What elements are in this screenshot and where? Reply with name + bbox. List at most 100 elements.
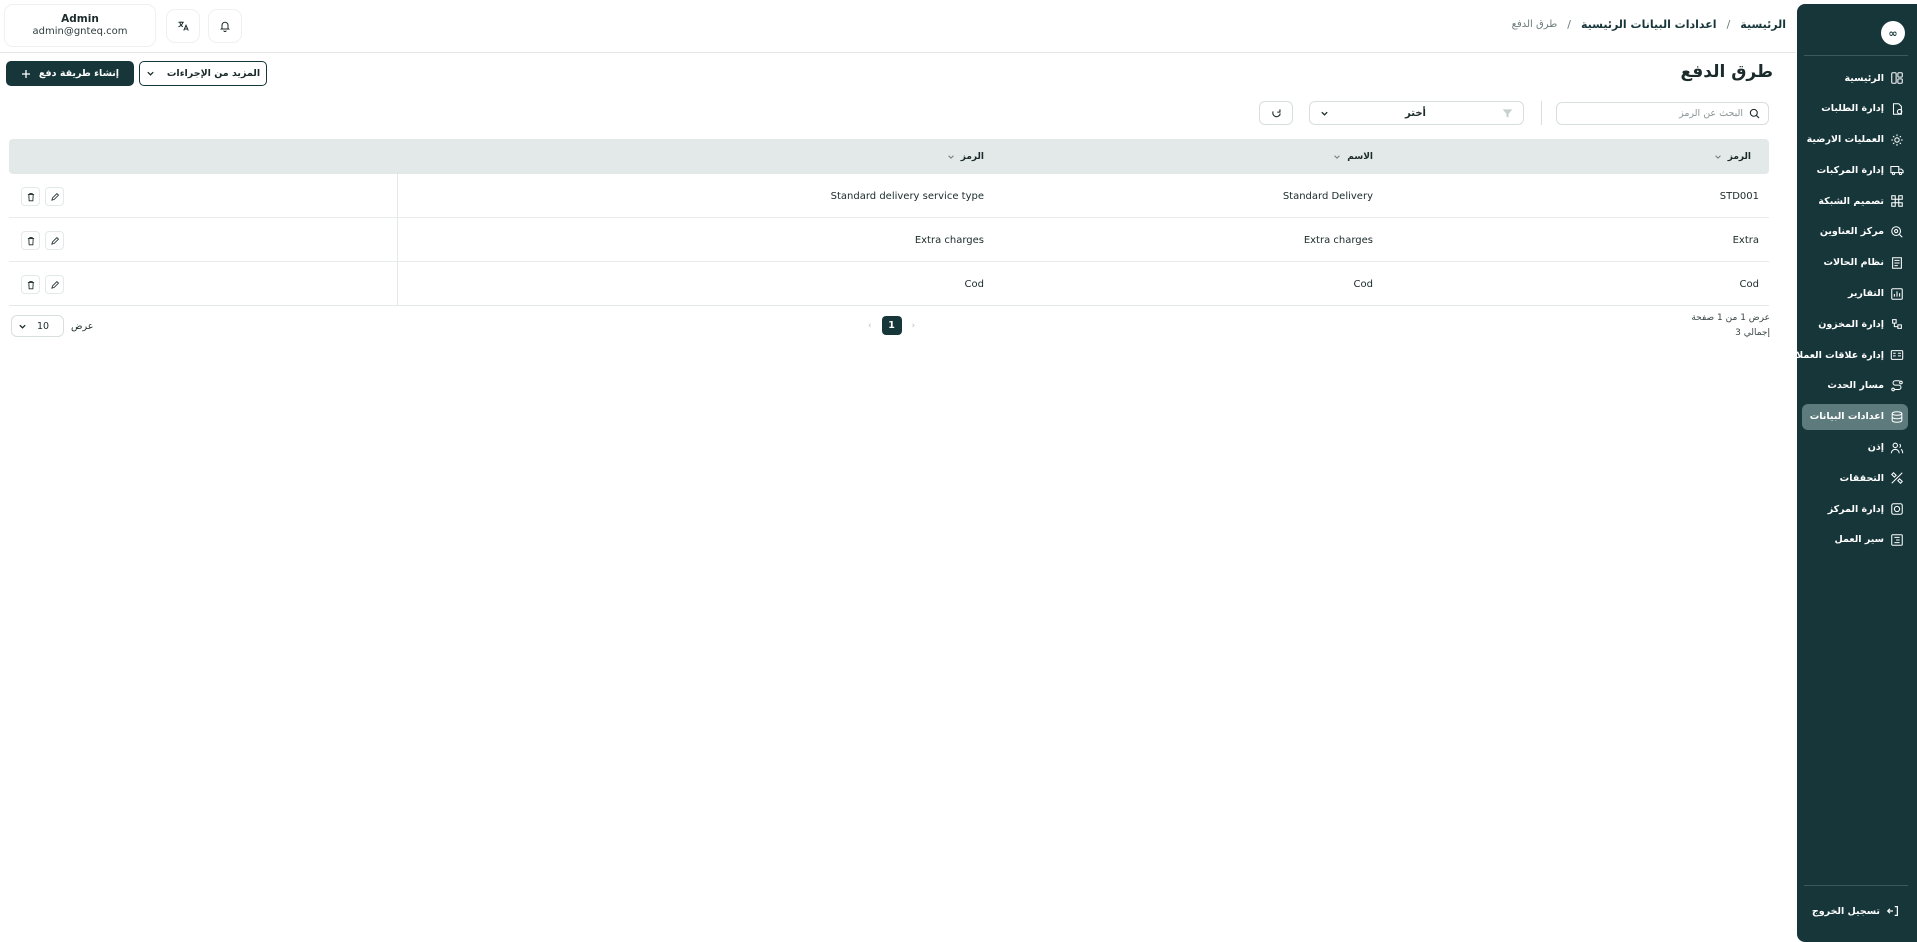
cell-description: Cod bbox=[964, 278, 984, 290]
network-icon bbox=[1891, 195, 1903, 207]
page-size: 10 عرض bbox=[11, 315, 93, 337]
sidebar-item-label: اعدادات البيانات bbox=[1809, 411, 1884, 423]
sidebar-item-workflow[interactable]: سير العمل bbox=[1802, 527, 1908, 553]
delete-button[interactable] bbox=[21, 187, 40, 206]
cell-name: Extra charges bbox=[1303, 234, 1373, 246]
cell-code: Cod bbox=[1739, 278, 1759, 290]
refresh-button[interactable] bbox=[1259, 101, 1293, 125]
next-page-button[interactable]: › bbox=[912, 321, 916, 331]
cell-name: Standard Delivery bbox=[1282, 190, 1373, 202]
column-header-name-label: الاسم bbox=[1347, 151, 1373, 162]
logout-icon bbox=[1886, 906, 1898, 916]
cell-code: STD001 bbox=[1719, 190, 1759, 202]
sidebar-item-validation[interactable]: التحققات bbox=[1802, 465, 1908, 491]
sidebar-item-crm[interactable]: إدارة علاقات العملاء bbox=[1791, 342, 1908, 368]
page-size-select[interactable]: 10 bbox=[11, 315, 64, 337]
sidebar-item-network[interactable]: تصميم الشبكة bbox=[1802, 188, 1908, 214]
pencil-icon bbox=[50, 192, 59, 201]
more-actions-label: المزيد من الإجراءات bbox=[166, 68, 261, 79]
edit-button[interactable] bbox=[45, 187, 64, 206]
create-payment-method-button[interactable]: إنشاء طريقة دفع bbox=[6, 61, 134, 86]
edit-button[interactable] bbox=[45, 231, 64, 250]
sidebar-item-dashboard[interactable]: الرئيسية bbox=[1802, 65, 1908, 91]
filter-select-value: أختر bbox=[1405, 107, 1426, 119]
search-input[interactable] bbox=[1565, 108, 1743, 119]
bell-icon bbox=[220, 21, 230, 32]
pagination: ‹ 1 › bbox=[868, 316, 915, 335]
table-body: STD001 Standard Delivery Standard delivery… bbox=[9, 174, 1769, 306]
sidebar-item-label: مسار الحدث bbox=[1827, 380, 1884, 392]
sidebar-item-center[interactable]: إدارة المركز bbox=[1802, 496, 1908, 522]
column-header-code[interactable]: الرمز bbox=[1714, 139, 1751, 174]
inventory-icon bbox=[1892, 319, 1902, 330]
prev-page-button[interactable]: ‹ bbox=[868, 321, 872, 331]
sidebar-item-label: مركز العناوين bbox=[1819, 226, 1884, 238]
sidebar-item-status[interactable]: نظام الحالات bbox=[1802, 250, 1908, 276]
sidebar-item-label: إدارة المركبات bbox=[1816, 164, 1884, 176]
breadcrumb-current: طرق الدفع bbox=[1511, 19, 1558, 30]
logout-button[interactable]: تسجيل الخروج bbox=[1812, 904, 1900, 918]
sidebar-item-database[interactable]: اعدادات البيانات bbox=[1802, 403, 1908, 430]
delete-button[interactable] bbox=[21, 275, 40, 294]
sidebar-item-label: التحققات bbox=[1839, 472, 1884, 484]
notifications-button[interactable] bbox=[209, 10, 241, 42]
search-box bbox=[1556, 102, 1769, 125]
edit-button[interactable] bbox=[45, 275, 64, 294]
user-menu[interactable]: Admin admin@gnteq.com bbox=[5, 5, 155, 46]
route-icon bbox=[1891, 380, 1903, 392]
payment-methods-table: الرمز الاسم الرمز STD001 Standard Deliver… bbox=[9, 139, 1769, 306]
pencil-icon bbox=[50, 236, 59, 245]
column-header-description-label: الرمز bbox=[960, 151, 984, 162]
sidebar-item-truck[interactable]: إدارة المركبات bbox=[1802, 157, 1908, 183]
chevron-down-icon bbox=[1321, 111, 1328, 116]
sidebar-item-inventory[interactable]: إدارة المخزون bbox=[1802, 311, 1908, 337]
dashboard-icon bbox=[1891, 72, 1903, 84]
sidebar-item-label: إذن bbox=[1867, 442, 1884, 454]
sidebar-item-ground-ops[interactable]: العمليات الارضية bbox=[1802, 127, 1908, 153]
sidebar-item-address[interactable]: مركز العناوين bbox=[1802, 219, 1908, 245]
sidebar-item-route[interactable]: مسار الحدث bbox=[1802, 373, 1908, 399]
cell-description: Standard delivery service type bbox=[830, 190, 984, 202]
breadcrumb-home[interactable]: الرئيسية bbox=[1740, 18, 1786, 31]
sidebar-item-label: إدارة علاقات العملاء bbox=[1791, 349, 1884, 361]
workflow-icon bbox=[1891, 534, 1903, 546]
cell-name: Cod bbox=[1353, 278, 1373, 290]
header-divider bbox=[0, 52, 1796, 53]
sidebar: ∞ الرئيسية إدارة الطلبات العمليات الارضية إ… bbox=[1791, 4, 1917, 942]
sort-icon bbox=[1334, 154, 1341, 159]
truck-icon bbox=[1890, 166, 1904, 176]
address-icon bbox=[1891, 226, 1903, 238]
orders-icon bbox=[1892, 103, 1903, 115]
table-row: STD001 Standard Delivery Standard delivery… bbox=[9, 174, 1769, 218]
refresh-icon bbox=[1271, 108, 1281, 117]
breadcrumb-master-data[interactable]: اعدادات البيانات الرئيسية bbox=[1581, 18, 1717, 31]
breadcrumb: الرئيسية / اعدادات البيانات الرئيسية / ط… bbox=[1512, 18, 1786, 31]
column-header-name[interactable]: الاسم bbox=[1333, 139, 1373, 174]
ground-ops-icon bbox=[1891, 133, 1903, 146]
actions-divider bbox=[397, 262, 398, 306]
table-header: الرمز الاسم الرمز bbox=[9, 139, 1769, 174]
sort-icon bbox=[1714, 154, 1721, 159]
filter-select[interactable]: أختر bbox=[1309, 101, 1524, 125]
breadcrumb-separator: / bbox=[1567, 18, 1571, 31]
actions-divider bbox=[397, 218, 398, 262]
actions-divider bbox=[397, 174, 398, 218]
cell-description: Extra charges bbox=[914, 234, 984, 246]
trash-icon bbox=[27, 280, 34, 289]
delete-button[interactable] bbox=[21, 231, 40, 250]
search-icon bbox=[1749, 108, 1760, 119]
page-number[interactable]: 1 bbox=[881, 316, 902, 335]
column-header-description[interactable]: الرمز bbox=[947, 139, 984, 174]
page-info: عرض 1 من 1 صفحة bbox=[1691, 313, 1770, 323]
sidebar-item-label: إدارة المخزون bbox=[1818, 318, 1884, 330]
sidebar-item-label: نظام الحالات bbox=[1823, 257, 1884, 269]
sidebar-item-reports[interactable]: التقارير bbox=[1802, 281, 1908, 307]
more-actions-button[interactable]: المزيد من الإجراءات bbox=[139, 61, 267, 86]
sidebar-divider bbox=[1804, 885, 1908, 886]
language-button[interactable] bbox=[167, 10, 199, 42]
sidebar-item-orders[interactable]: إدارة الطلبات bbox=[1802, 96, 1908, 122]
sidebar-item-label: إدارة المركز bbox=[1827, 503, 1884, 515]
sidebar-item-permission[interactable]: إذن bbox=[1802, 435, 1908, 461]
page-size-value: 10 bbox=[37, 320, 50, 332]
sidebar-item-label: التقارير bbox=[1847, 288, 1884, 300]
